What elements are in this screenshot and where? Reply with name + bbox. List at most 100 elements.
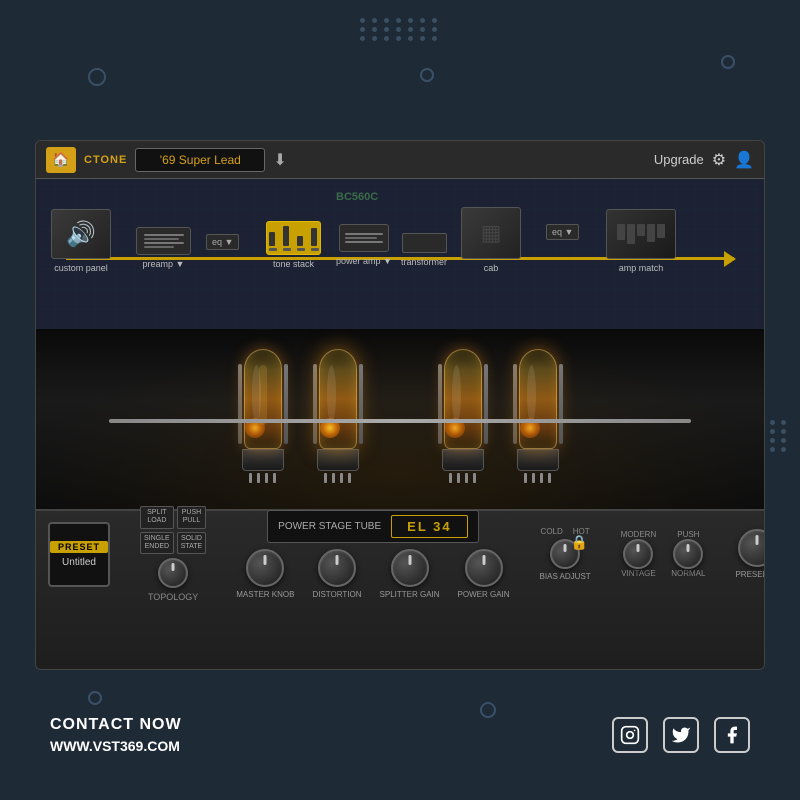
mode-labels-row: MODERN (621, 530, 657, 539)
contact-text: CONTACT NOW (50, 716, 182, 734)
tube-connector (109, 419, 691, 423)
eq1-tag[interactable]: eq ▼ (206, 234, 239, 250)
tone-stack-label: tone stack (273, 259, 314, 269)
push-knob[interactable] (673, 539, 703, 569)
splitter-gain-label: SPLITTER GAIN (380, 590, 440, 599)
amp-match-label: amp match (619, 263, 664, 273)
top-bar: 🏠 CTONE ⬇ Upgrade ⚙ 👤 (36, 141, 764, 179)
tube-glass-3 (444, 349, 482, 449)
home-button[interactable]: 🏠 (46, 147, 76, 173)
decoration-dots-top (360, 18, 440, 41)
push-pull-btn[interactable]: PUSHPULL (177, 506, 207, 529)
normal-label: NORMAL (671, 569, 705, 578)
distortion-knob-label: DISTORTION (312, 590, 361, 599)
power-stage-display: POWER STAGE TUBE EL 34 (267, 510, 478, 543)
mode-knob-group (623, 539, 653, 569)
preset-name-input[interactable] (135, 148, 265, 172)
user-button[interactable]: 👤 (734, 150, 754, 170)
eq2-tag[interactable]: eq ▼ (546, 224, 579, 240)
distortion-knob-group: DISTORTION (312, 549, 361, 599)
tube-bracket-right-2 (359, 364, 363, 444)
push-normal-labels: PUSH (677, 530, 699, 539)
bias-lock-icon: 🔒 (571, 534, 588, 551)
master-knob-label: MASTER KNOB (236, 590, 294, 599)
tube-pins-3 (449, 473, 476, 483)
cab-label: cab (484, 263, 499, 273)
main-controls: POWER STAGE TUBE EL 34 MASTER KNOB DISTO… (236, 510, 509, 599)
push-knob-group (673, 539, 703, 569)
distortion-knob[interactable] (318, 549, 356, 587)
tube-area (36, 329, 764, 509)
master-knob-group: MASTER KNOB (236, 549, 294, 599)
tube-base-2 (317, 449, 359, 471)
presence-knob[interactable] (738, 529, 765, 567)
url-text: WWW.VST369.COM (50, 738, 182, 754)
presence-resonate: PRESENCE RESONATE (735, 529, 765, 579)
master-knob[interactable] (246, 549, 284, 587)
topology-label: TOPOLOGY (148, 592, 198, 602)
topology-section: SPLITLOAD PUSHPULL SINGLEENDED SOLIDSTAT… (140, 506, 206, 603)
bias-section: COLD HOT 🔒 BIAS ADJUST (540, 527, 591, 581)
tube-bracket-left-4 (513, 364, 517, 444)
presence-label: PRESENCE (735, 570, 765, 579)
single-ended-btn[interactable]: SINGLEENDED (140, 532, 174, 555)
logo: CTONE (84, 154, 127, 166)
knobs-row: MASTER KNOB DISTORTION SPLITTER GAIN POW… (236, 549, 509, 599)
social-icons (612, 717, 750, 753)
decoration-circle-3 (721, 55, 735, 69)
tube-base-1 (242, 449, 284, 471)
tube-pins-2 (324, 473, 351, 483)
power-gain-knob[interactable] (465, 549, 503, 587)
preset-name: Untitled (62, 557, 96, 568)
topology-knob[interactable] (158, 558, 188, 588)
topology-knob-group (158, 558, 188, 588)
decoration-circle-1 (88, 68, 106, 86)
vintage-label-row: VINTAGE (621, 569, 656, 578)
plugin-window: 🏠 CTONE ⬇ Upgrade ⚙ 👤 🔊 custom panel (35, 140, 765, 670)
mode-knob[interactable] (623, 539, 653, 569)
panel-row1: PRESET Untitled SPLITLOAD PUSHPULL SINGL… (48, 519, 752, 589)
control-panel: PRESET Untitled SPLITLOAD PUSHPULL SINGL… (36, 509, 764, 669)
power-stage-row: POWER STAGE TUBE EL 34 (236, 510, 509, 543)
footer: CONTACT NOW WWW.VST369.COM (0, 670, 800, 800)
tube-bracket-right-1 (284, 364, 288, 444)
signal-chain: 🔊 custom panel preamp ▼ eq ▼ (36, 179, 764, 329)
tube-glass-2 (319, 349, 357, 449)
modern-vintage: MODERN VINTAGE (621, 530, 657, 578)
power-gain-knob-group: POWER GAIN (458, 549, 510, 599)
tube-bracket-left-3 (438, 364, 442, 444)
preamp-label[interactable]: preamp ▼ (143, 259, 185, 269)
push-label: PUSH (677, 530, 699, 539)
custom-panel-label: custom panel (54, 263, 108, 273)
preset-box: PRESET Untitled (48, 522, 110, 587)
power-amp-label[interactable]: power amp ▼ (336, 256, 392, 266)
chain-arrow (724, 251, 736, 267)
upgrade-button[interactable]: Upgrade (654, 152, 704, 167)
cold-label: COLD (541, 527, 563, 536)
vintage-label: VINTAGE (621, 569, 656, 578)
download-button[interactable]: ⬇ (273, 150, 286, 170)
twitter-icon[interactable] (663, 717, 699, 753)
mode-section: MODERN VINTAGE (621, 530, 657, 578)
facebook-icon[interactable] (714, 717, 750, 753)
tube-glass-4 (519, 349, 557, 449)
tube-bracket-left-2 (313, 364, 317, 444)
bias-label: BIAS ADJUST (540, 572, 591, 581)
tube-glass-1 (244, 349, 282, 449)
splitter-gain-knob[interactable] (391, 549, 429, 587)
tube-pins-4 (524, 473, 551, 483)
settings-button[interactable]: ⚙ (712, 150, 726, 170)
split-load-btn[interactable]: SPLITLOAD (140, 506, 174, 529)
bias-knob-area: 🔒 (550, 539, 580, 569)
instagram-icon[interactable] (612, 717, 648, 753)
footer-text: CONTACT NOW WWW.VST369.COM (50, 716, 182, 754)
splitter-gain-knob-group: SPLITTER GAIN (380, 549, 440, 599)
power-stage-value: EL 34 (391, 515, 467, 538)
presence-knob-group: PRESENCE (735, 529, 765, 579)
tube-bracket-right-4 (559, 364, 563, 444)
transformer-label: transformer (401, 257, 447, 267)
tube-bracket-left-1 (238, 364, 242, 444)
solid-state-btn[interactable]: SOLIDSTATE (177, 532, 207, 555)
tube-base-4 (517, 449, 559, 471)
tube-base-3 (442, 449, 484, 471)
